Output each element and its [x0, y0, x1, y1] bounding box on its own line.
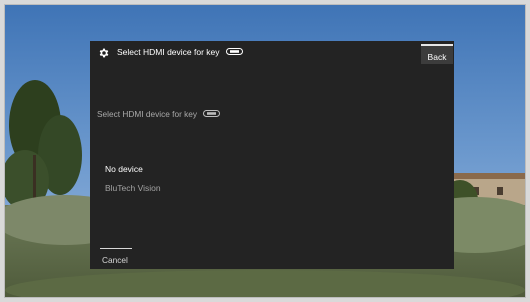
hdmi-key-icon — [203, 110, 221, 118]
list-item-blutech-vision[interactable]: BluTech Vision — [105, 183, 161, 202]
hdmi-device-dialog: Select HDMI device for key Back Select H… — [90, 41, 454, 269]
dialog-prompt-text: Select HDMI device for key — [97, 109, 198, 119]
hdmi-key-icon — [225, 48, 243, 56]
gear-icon — [99, 48, 109, 58]
dialog-title-text: Select HDMI device for key — [117, 47, 220, 57]
list-item-no-device[interactable]: No device — [105, 164, 161, 183]
screen-frame: Select HDMI device for key Back Select H… — [4, 4, 526, 298]
dialog-prompt: Select HDMI device for key — [97, 109, 221, 120]
back-button[interactable]: Back — [421, 44, 453, 64]
dialog-title: Select HDMI device for key — [117, 47, 243, 58]
device-list: No device BluTech Vision — [105, 164, 161, 202]
dialog-titlebar: Select HDMI device for key Back — [90, 41, 454, 65]
cancel-button[interactable]: Cancel — [100, 248, 132, 267]
